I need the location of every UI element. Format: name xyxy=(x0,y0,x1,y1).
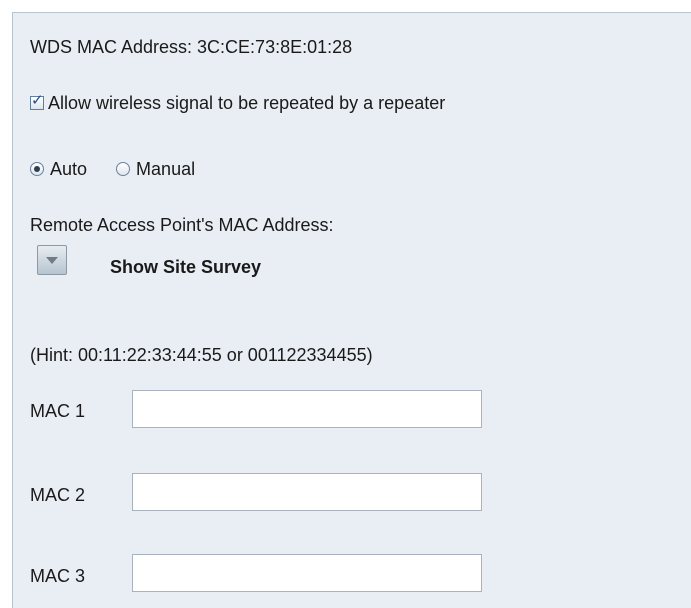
repeater-checkbox-row[interactable]: ✓ Allow wireless signal to be repeated by… xyxy=(30,91,445,114)
show-site-survey-button[interactable] xyxy=(37,245,67,275)
mac-2-input[interactable] xyxy=(132,473,482,511)
remote-ap-mac-label: Remote Access Point's MAC Address: xyxy=(30,215,334,235)
mac-3-input[interactable] xyxy=(132,554,482,592)
mac-1-label: MAC 1 xyxy=(30,401,86,421)
chevron-down-icon xyxy=(46,257,58,264)
mac-3-label: MAC 3 xyxy=(30,566,86,586)
mode-radio-group: Auto Manual xyxy=(30,159,195,180)
radio-manual-label[interactable]: Manual xyxy=(136,159,195,179)
mac-hint: (Hint: 00:11:22:33:44:55 or 001122334455… xyxy=(30,345,373,365)
repeater-checkbox[interactable]: ✓ xyxy=(30,91,44,110)
checkmark-icon: ✓ xyxy=(31,91,44,109)
wds-settings-panel: WDS MAC Address: 3C:CE:73:8E:01:28 ✓ Allo… xyxy=(12,12,691,608)
wds-mac-address: WDS MAC Address: 3C:CE:73:8E:01:28 xyxy=(30,37,353,57)
radio-manual-option[interactable]: Manual xyxy=(116,159,195,179)
mac-1-input[interactable] xyxy=(132,390,482,428)
radio-manual[interactable] xyxy=(116,162,131,176)
mac-2-label: MAC 2 xyxy=(30,485,86,505)
radio-auto-option[interactable]: Auto xyxy=(30,159,92,179)
radio-auto[interactable] xyxy=(30,162,44,176)
radio-auto-label[interactable]: Auto xyxy=(50,159,87,179)
repeater-checkbox-label[interactable]: Allow wireless signal to be repeated by … xyxy=(48,93,445,113)
show-site-survey-label[interactable]: Show Site Survey xyxy=(110,257,261,278)
